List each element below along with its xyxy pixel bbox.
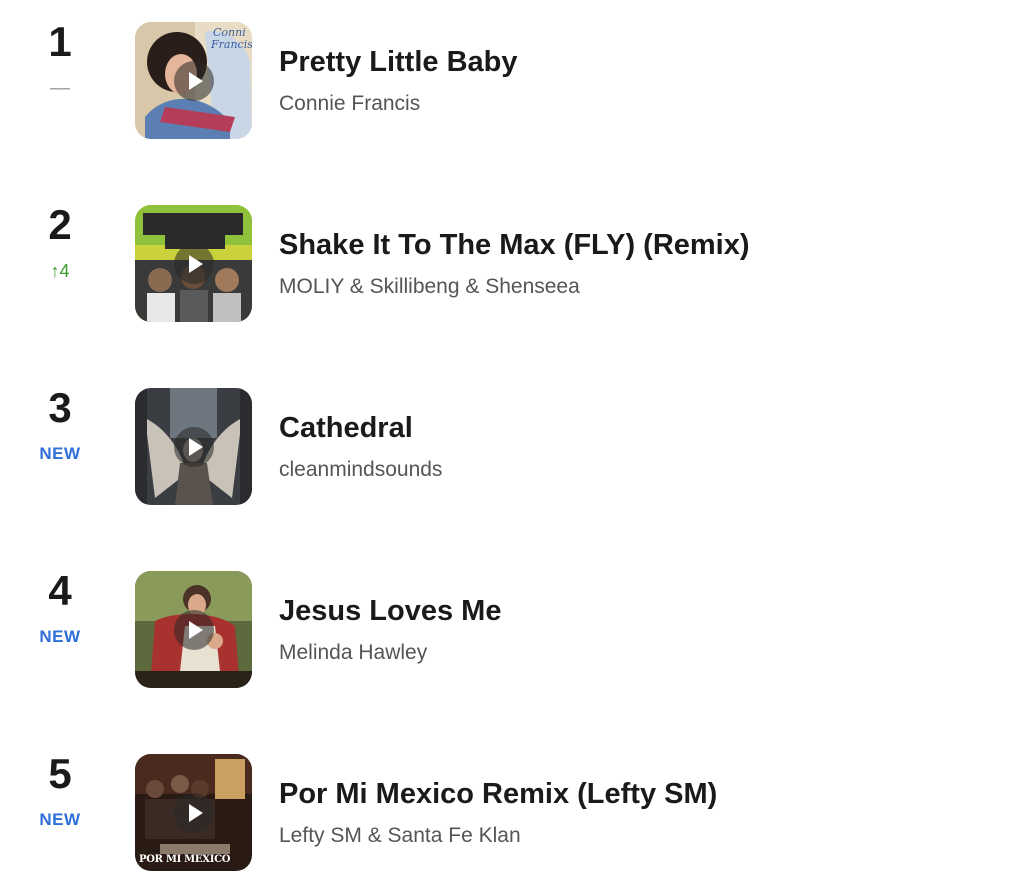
song-title[interactable]: Pretty Little Baby [279, 44, 518, 80]
play-icon [189, 804, 203, 822]
play-icon [189, 72, 203, 90]
song-title[interactable]: Jesus Loves Me [279, 593, 501, 629]
rank-number: 3 [48, 384, 72, 431]
album-artwork[interactable] [135, 571, 252, 688]
song-title[interactable]: Shake It To The Max (FLY) (Remix) [279, 227, 750, 263]
song-artist[interactable]: Connie Francis [279, 90, 420, 118]
song-artist[interactable]: cleanmindsounds [279, 456, 442, 484]
song-artist[interactable]: Lefty SM & Santa Fe Klan [279, 822, 521, 850]
play-button[interactable] [174, 610, 214, 650]
album-artwork[interactable]: Conni Francis [135, 22, 252, 139]
rank-column: 4 NEW [20, 549, 100, 689]
album-artwork[interactable] [135, 388, 252, 505]
rank-column: 5 NEW [20, 732, 100, 872]
rank-number: 2 [48, 201, 72, 248]
play-icon [189, 438, 203, 456]
rank-column: 3 NEW [20, 366, 100, 506]
rank-change-new: NEW [39, 810, 81, 829]
chart-row[interactable]: 1 — Conni Francis Pretty Little Baby Con… [0, 0, 1024, 140]
album-artwork[interactable]: POR MI MEXICO [135, 754, 252, 871]
rank-change-same: — [50, 77, 70, 99]
rank-column: 2 ↑4 [20, 183, 100, 323]
play-icon [189, 255, 203, 273]
play-button[interactable] [174, 244, 214, 284]
svg-text:Francis: Francis [210, 38, 252, 51]
chart-row[interactable]: 5 NEW POR MI MEXICO Por Mi Mexico Remix … [0, 732, 1024, 872]
song-artist[interactable]: Melinda Hawley [279, 639, 427, 667]
song-chart-list: 1 — Conni Francis Pretty Little Baby Con… [0, 0, 1024, 892]
chart-row[interactable]: 3 NEW Cathedral cleanmindsounds [0, 366, 1024, 506]
chart-row[interactable]: 4 NEW Jesus Loves Me Melinda Hawley [0, 549, 1024, 689]
play-button[interactable] [174, 61, 214, 101]
rank-number: 1 [48, 18, 72, 65]
rank-number: 4 [48, 567, 72, 614]
song-title[interactable]: Cathedral [279, 410, 413, 446]
artwork-caption: POR MI MEXICO [139, 854, 231, 865]
chart-row[interactable]: 2 ↑4 Shake It To The Max (FLY) (Remix) M… [0, 183, 1024, 323]
song-title[interactable]: Por Mi Mexico Remix (Lefty SM) [279, 776, 717, 812]
play-icon [189, 621, 203, 639]
rank-change-up: ↑4 [50, 261, 70, 281]
play-button[interactable] [174, 427, 214, 467]
song-artist[interactable]: MOLIY & Skillibeng & Shenseea [279, 273, 580, 301]
rank-number: 5 [48, 750, 72, 797]
rank-change-new: NEW [39, 444, 81, 463]
play-button[interactable] [174, 793, 214, 833]
album-artwork[interactable] [135, 205, 252, 322]
rank-change-new: NEW [39, 627, 81, 646]
rank-column: 1 — [20, 0, 100, 140]
